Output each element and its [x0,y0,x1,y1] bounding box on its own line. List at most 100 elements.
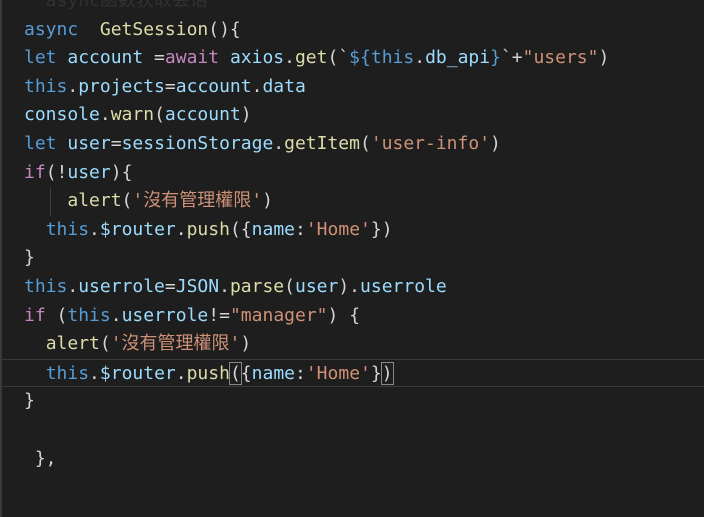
code-token: . [251,75,263,97]
code-token: ( [45,304,68,326]
code-token: let [24,47,57,69]
code-line[interactable]: async GetSession(){ [0,16,704,45]
code-token: ) [240,333,252,355]
code-token: ( [121,190,133,212]
code-token: if [24,161,46,183]
code-token: user [67,161,111,183]
code-token: name [251,218,295,240]
code-token: . [99,104,111,126]
code-token: this [370,47,415,69]
code-token: . [414,47,426,69]
code-token: ){ [110,161,133,183]
code-token: . [67,75,79,97]
code-token: = [164,275,176,297]
code-token: : [295,362,306,384]
code-token: } [24,390,35,412]
code-token: . [67,275,79,297]
code-token: await [164,47,220,69]
code-token: . [175,218,187,240]
code-token: }) [370,218,393,240]
code-token: ) [262,190,273,212]
code-line[interactable]: if(!user){ [0,159,704,188]
code-token: }, [24,447,57,469]
code-token: 函数获取会话 [99,0,208,11]
code-token: JSON [175,275,220,297]
code-token: '沒有管理權限' [132,190,263,212]
code-token: this [67,304,111,326]
code-token: async [24,18,79,40]
code-token: let [24,132,57,154]
code-token: (! [45,161,68,183]
code-token: get [294,47,328,69]
code-token: userrole [78,275,165,297]
code-token: } [370,362,382,384]
code-token: if [24,304,46,326]
code-token: ( [228,361,242,385]
code-token: ( [284,275,295,297]
code-token: $router [99,218,176,240]
code-line-current[interactable]: this.$router.push({name:'Home'}) [0,358,704,388]
code-line[interactable]: alert('沒有管理權限') [0,187,704,216]
code-line[interactable] [0,416,704,445]
code-token: account [164,104,241,126]
code-line[interactable]: let user=sessionStorage.getItem('user-in… [0,130,704,159]
code-area[interactable]: async函数获取会话 async GetSession(){let accoun… [0,0,704,502]
code-line[interactable]: }, [0,445,704,474]
code-line[interactable]: let account =await axios.get(`${this.db_… [0,44,704,73]
code-token: this [45,362,90,384]
code-line[interactable]: console.warn(account) [0,101,704,130]
code-token: ( [99,333,111,355]
code-token: alert [67,190,122,212]
code-token: ${ [349,47,371,69]
code-token: { [240,362,252,384]
code-token: GetSession [99,18,209,40]
code-token: getItem [284,132,360,154]
code-line[interactable]: alert('沒有管理權限') [0,330,704,359]
code-token: user [67,132,111,154]
code-token: = [110,132,122,154]
code-token: `+ [500,47,523,69]
code-line[interactable]: } [0,387,704,416]
code-token: userrole [360,275,447,297]
code-line[interactable]: } [0,244,704,273]
code-token: . [273,132,285,154]
code-token: (){ [208,18,241,40]
code-token: userrole [121,304,209,326]
code-token: } [24,247,35,269]
code-token: ) [240,104,252,126]
code-token: = [164,75,176,97]
code-token: axios [229,47,285,69]
code-line[interactable]: this.projects=account.data [0,73,704,102]
code-token: db_api [425,47,491,69]
code-token: (` [327,47,350,69]
code-token: async [45,0,100,11]
code-line[interactable]: async函数获取会话 [0,0,704,16]
code-token: this [45,218,90,240]
code-line[interactable]: this.userrole=JSON.parse(user).userrole [0,273,704,302]
code-token: user [294,275,339,297]
code-token: . [89,362,100,384]
code-token: push [186,218,230,240]
code-token: . [89,218,100,240]
code-editor[interactable]: async函数获取会话 async GetSession(){let accoun… [0,0,704,517]
code-token: "users" [522,47,599,69]
code-token: parse [229,275,285,297]
code-line[interactable] [0,473,704,502]
code-line[interactable]: if (this.userrole!="manager") { [0,302,704,331]
code-token: console [24,104,100,126]
code-line[interactable]: this.$router.push({name:'Home'}) [0,216,704,245]
code-token: sessionStorage [121,132,274,154]
code-token: } [490,47,501,69]
code-token: projects [78,75,165,97]
code-token: this [24,275,68,297]
code-token: ). [338,275,361,297]
code-token: account [175,75,252,97]
